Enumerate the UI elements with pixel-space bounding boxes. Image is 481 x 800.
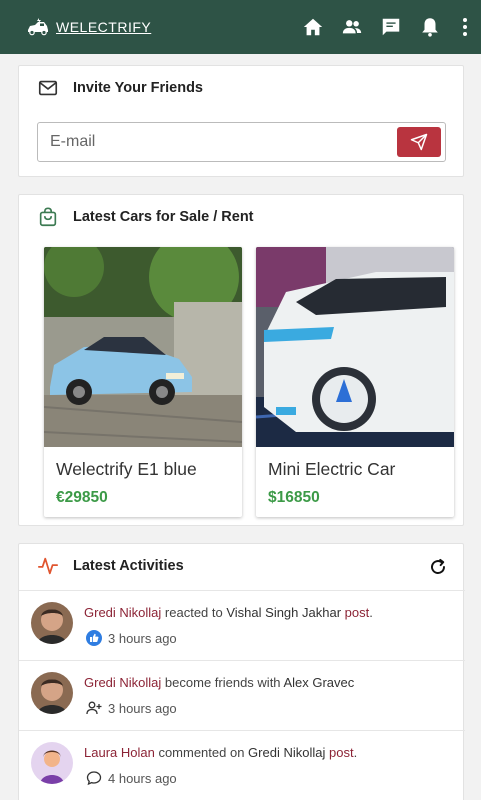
activity-pulse-icon [37, 557, 59, 575]
activity-text: Laura Holan commented on Gredi Nikollaj … [84, 745, 357, 760]
nav-icons [285, 16, 469, 38]
like-icon [86, 630, 102, 646]
activity-verb: reacted to [161, 605, 227, 620]
car-photo-white [256, 247, 454, 447]
invite-card-header: Invite Your Friends [19, 66, 463, 110]
send-invite-button[interactable] [397, 127, 441, 157]
cars-card-header: Latest Cars for Sale / Rent [19, 195, 463, 239]
activity-verb: become friends with [161, 675, 284, 690]
activity-item: Laura Holan commented on Gredi Nikollaj … [19, 730, 465, 800]
activity-item: Gredi Nikollaj become friends with Alex … [19, 660, 465, 730]
target-link[interactable]: Vishal Singh Jakhar [226, 605, 341, 620]
post-link[interactable]: post [329, 745, 354, 760]
activity-meta: 3 hours ago [86, 700, 177, 716]
activity-text: Gredi Nikollaj become friends with Alex … [84, 675, 354, 690]
activity-text: Gredi Nikollaj reacted to Vishal Singh J… [84, 605, 373, 620]
brand-link[interactable]: WELECTRIFY [26, 17, 151, 37]
more-vertical-icon[interactable] [461, 16, 469, 38]
car-card[interactable]: Welectrify E1 blue €29850 [44, 247, 242, 517]
activity-meta: 4 hours ago [86, 770, 177, 786]
home-icon[interactable] [302, 16, 324, 38]
post-link[interactable]: post [345, 605, 370, 620]
activity-meta: 3 hours ago [86, 630, 177, 646]
invite-form [37, 122, 446, 162]
car-price: $16850 [268, 489, 320, 506]
activities-card-title: Latest Activities [73, 558, 184, 574]
shopping-bag-icon [39, 207, 57, 227]
activity-item: Gredi Nikollaj reacted to Vishal Singh J… [19, 590, 465, 660]
activity-time: 3 hours ago [108, 630, 177, 646]
latest-activities-card: Latest Activities Gredi Nikollaj reacted… [18, 543, 465, 800]
actor-link[interactable]: Gredi Nikollaj [84, 605, 161, 620]
invite-card-title: Invite Your Friends [73, 80, 203, 96]
activity-time: 4 hours ago [108, 770, 177, 786]
refresh-icon[interactable] [429, 558, 447, 576]
brand-name[interactable]: WELECTRIFY [56, 19, 151, 35]
friends-icon[interactable] [341, 16, 363, 38]
activity-time: 3 hours ago [108, 700, 177, 716]
actor-link[interactable]: Gredi Nikollaj [84, 675, 161, 690]
avatar[interactable] [31, 672, 73, 714]
car-price: €29850 [56, 489, 108, 506]
invite-friends-card: Invite Your Friends [18, 65, 464, 177]
activity-end: . [353, 745, 358, 760]
activity-end: . [369, 605, 373, 620]
notifications-icon[interactable] [419, 16, 441, 38]
latest-cars-card: Latest Cars for Sale / Rent Welectrify E… [18, 194, 464, 526]
envelope-icon [38, 80, 58, 96]
activity-verb: commented on [154, 745, 249, 760]
target-link[interactable]: Alex Gravec [283, 675, 354, 690]
target-link[interactable]: Gredi Nikollaj [248, 745, 325, 760]
messages-icon[interactable] [380, 16, 402, 38]
car-name: Welectrify E1 blue [56, 459, 197, 479]
electric-car-logo [28, 18, 48, 36]
actor-link[interactable]: Laura Holan [84, 745, 155, 760]
car-photo-blue [44, 247, 242, 447]
avatar[interactable] [31, 742, 73, 784]
car-name: Mini Electric Car [268, 459, 396, 479]
email-input[interactable] [50, 133, 397, 151]
avatar[interactable] [31, 602, 73, 644]
car-card[interactable]: Mini Electric Car $16850 [256, 247, 454, 517]
top-navbar: WELECTRIFY [0, 0, 481, 54]
activities-card-header: Latest Activities [19, 544, 463, 588]
cars-card-title: Latest Cars for Sale / Rent [73, 209, 254, 225]
add-friend-icon [86, 701, 102, 715]
comment-icon [86, 771, 102, 786]
send-icon [410, 133, 428, 151]
